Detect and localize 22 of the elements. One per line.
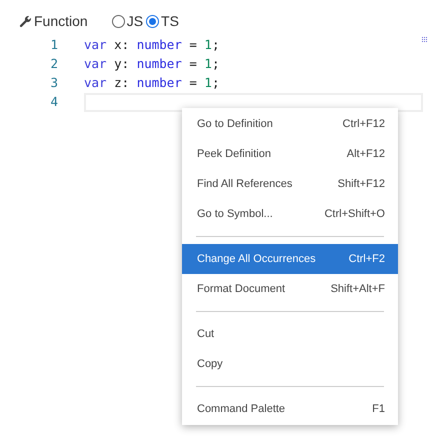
radio-label: JS	[126, 12, 144, 30]
menu-item[interactable]: Format Document Shift+Alt+F	[182, 274, 398, 304]
code-line: var x: number = 1;	[84, 36, 220, 54]
menu-item[interactable]: Copy	[182, 349, 398, 379]
menu-item[interactable]: Go to Definition Ctrl+F12	[182, 109, 398, 139]
line-number: 2	[49, 55, 58, 74]
line-number: 1	[49, 36, 58, 54]
function-label: Function	[34, 12, 88, 30]
menu-item[interactable]: Command Palette F1	[182, 394, 398, 424]
menu-item[interactable]: Peek Definition Alt+F12	[182, 139, 398, 169]
radio-label: TS	[161, 12, 179, 30]
line-number: 3	[49, 74, 58, 92]
line-number: 4	[49, 93, 58, 112]
code-line: var y: number = 1;	[84, 55, 220, 74]
code-line: var z: number = 1;	[84, 74, 220, 92]
wrench-icon	[19, 14, 32, 28]
menu-item[interactable]: Cut	[182, 319, 398, 349]
radio-button[interactable]	[146, 14, 160, 28]
radio-button[interactable]	[112, 14, 125, 28]
menu-item[interactable]: Change All Occurrences Ctrl+F2	[182, 244, 398, 274]
menu-item[interactable]: Go to Symbol... Ctrl+Shift+O	[182, 199, 398, 229]
menu-item[interactable]: Find All References Shift+F12	[182, 169, 398, 199]
